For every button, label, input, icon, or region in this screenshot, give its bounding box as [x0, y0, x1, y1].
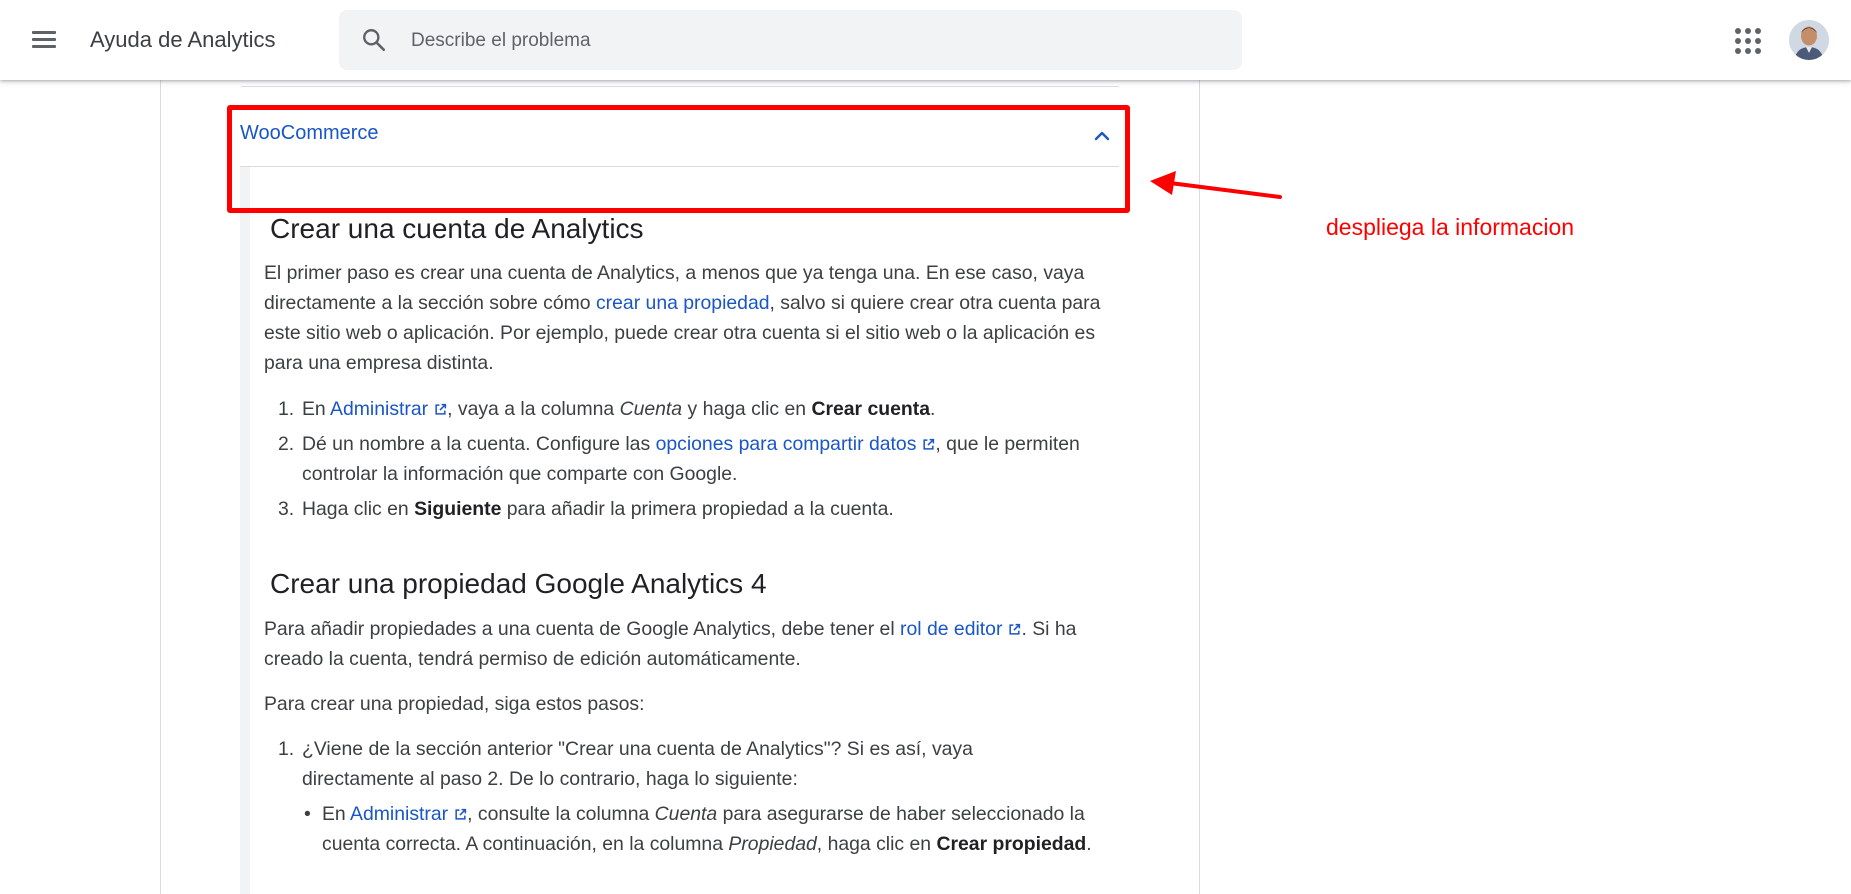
- list-item: 1. En Administrar, vaya a la columna Cuen…: [278, 398, 936, 420]
- annotation-text: despliega la informacion: [1326, 214, 1575, 240]
- intro-paragraph: El primer paso es crear una cuenta de An…: [264, 262, 1101, 374]
- accordion-title: WooCommerce: [240, 122, 379, 144]
- section-heading-create-property: Crear una propiedad Google Analytics 4: [270, 568, 767, 599]
- search-icon[interactable]: [361, 27, 387, 53]
- search-bar[interactable]: [339, 10, 1242, 70]
- red-arrow: [1150, 171, 1282, 199]
- accordion-woocommerce[interactable]: WooCommerce: [240, 112, 1120, 164]
- avatar[interactable]: [1789, 20, 1829, 60]
- apps-grid-icon[interactable]: [1734, 27, 1762, 55]
- list-item: 2. Dé un nombre a la cuenta. Configure la…: [278, 433, 1080, 485]
- admin-link[interactable]: Administrar: [350, 803, 467, 825]
- accordion-body-rail: [240, 167, 250, 894]
- external-link-icon: [455, 808, 467, 820]
- divider: [241, 86, 1119, 87]
- share-data-options-link[interactable]: opciones para compartir datos: [656, 433, 936, 455]
- section-heading-create-account: Crear una cuenta de Analytics: [270, 213, 644, 244]
- search-input[interactable]: [409, 22, 1213, 60]
- external-link-icon: [435, 403, 447, 415]
- list-item: • En Administrar, consulte la columna Cue…: [304, 803, 1092, 855]
- external-link-icon: [923, 438, 935, 450]
- create-property-link[interactable]: crear una propiedad: [596, 292, 770, 314]
- divider: [240, 166, 1119, 167]
- editor-role-paragraph: Para añadir propiedades a una cuenta de …: [264, 618, 1077, 670]
- editor-role-link[interactable]: rol de editor: [900, 618, 1021, 640]
- list-item: 1. ¿Viene de la sección anterior "Crear u…: [278, 738, 973, 790]
- steps-intro-paragraph: Para crear una propiedad, siga estos pas…: [264, 693, 645, 715]
- external-link-icon: [1009, 623, 1021, 635]
- menu-icon[interactable]: [26, 22, 62, 58]
- list-item: 3. Haga clic en Siguiente para añadir la …: [278, 498, 894, 520]
- app-title[interactable]: Ayuda de Analytics: [90, 27, 276, 53]
- top-app-bar: Ayuda de Analytics: [0, 0, 1851, 80]
- admin-link[interactable]: Administrar: [330, 398, 447, 420]
- chevron-up-icon[interactable]: [1090, 124, 1114, 148]
